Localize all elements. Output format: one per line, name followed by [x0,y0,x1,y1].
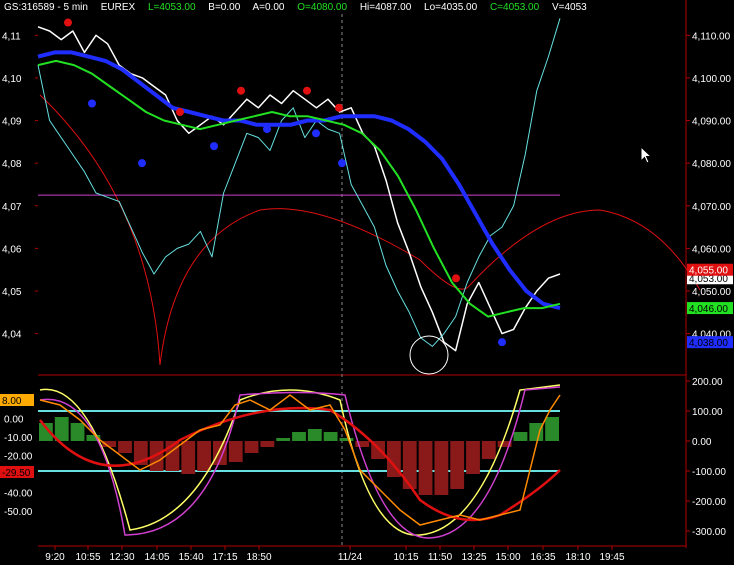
osc-histogram-bar [276,438,291,441]
osc-tick-label-right: -100.00 [692,467,726,478]
green-ma-line [37,59,561,318]
y-tick-label-left: 4,11 [2,31,21,42]
osc-histogram-bar [260,441,275,447]
x-axis: 9:20 10:55 12:30 14:05 15:40 17:15 18:50 11/24 1… [45,546,625,563]
osc-histogram-bar [339,438,354,441]
osc-histogram-bar [434,441,449,495]
swing-high-dot [237,86,245,95]
osc-histogram-bar [197,441,211,471]
price-tag-label: 4,046.00 [689,304,728,315]
x-tick-label: 15:40 [178,552,203,563]
y-tick-label-right: 4,080.00 [692,159,731,170]
y-tick-label-right: 4,060.00 [692,244,731,255]
osc-histogram-bar [244,441,259,453]
osc-magenta-line [39,386,561,539]
swing-low-dot [312,129,320,138]
y-tick-label-left: 4,06 [2,244,22,255]
osc-tick-label-left: 0.00 [4,415,24,426]
y-tick-label-right: 4,110.00 [692,31,731,42]
osc-histogram-bar [545,417,559,441]
x-tick-label: 19:45 [599,552,624,563]
highlight-circle [409,335,449,375]
osc-tag-label: 8.00 [2,396,22,407]
osc-tick-label-right: 100.00 [692,407,723,418]
x-tick-label: 16:35 [530,552,555,563]
osc-tick-label-left: -10.00 [4,433,33,444]
x-tick-label: 9:20 [45,552,65,563]
price-line [37,26,561,352]
swing-high-dot [335,103,343,112]
osc-tag-label: -29.50 [2,468,31,479]
osc-tick-label-right: -300.00 [692,527,726,538]
price-tag-label: 4,038.00 [689,338,728,349]
price-panel: 4,11 4,10 4,09 4,08 4,07 4,06 4,05 4,04 4,110.00… [2,18,733,375]
x-tick-label: 18:50 [246,552,271,563]
osc-tick-label-right: 0.00 [692,437,712,448]
y-tick-label-left: 4,08 [2,159,22,170]
red-arc-curve [39,94,701,366]
swing-low-dot [210,142,218,151]
osc-histogram-bar [228,441,243,462]
price-tag-label: 4,055.00 [689,266,728,277]
osc-histogram-bar [118,441,132,453]
swing-low-dot [88,99,96,108]
swing-low-dot [263,125,271,134]
y-tick-label-left: 4,04 [2,330,22,341]
osc-histogram-bar [292,432,306,441]
y-tick-label-right: 4,050.00 [692,287,731,298]
y-tick-label-right: 4,070.00 [692,202,731,213]
oscillator-panel: 8.000.00-10.00-20.00-30.00-40.00-50.0020… [0,377,726,539]
x-tick-label: 13:25 [461,552,486,563]
osc-histogram-bar [513,432,528,441]
price-chart[interactable]: 4,11 4,10 4,09 4,08 4,07 4,06 4,05 4,04 4,110.00… [0,0,734,565]
osc-histogram-bar [418,441,433,495]
y-tick-label-left: 4,10 [2,74,22,85]
x-tick-label: 11:50 [428,552,453,563]
y-tick-label-left: 4,07 [2,202,22,213]
osc-histogram-bar [54,417,69,441]
swing-low-dot [498,338,506,347]
osc-tick-label-left: -50.00 [4,507,33,518]
y-tick-label-left: 4,05 [2,287,22,298]
x-tick-label: 14:05 [144,552,169,563]
x-tick-label: 17:15 [212,552,237,563]
x-tick-label: 15:00 [495,552,520,563]
y-tick-label-left: 4,09 [2,117,22,128]
osc-histogram-bar [450,441,465,489]
swing-high-dot [176,108,184,117]
swing-high-dot [303,86,311,95]
swing-low-dot [338,159,346,168]
x-tick-label: 12:30 [109,552,134,563]
osc-histogram-bar [323,432,338,441]
osc-histogram-bar [466,441,480,474]
swing-high-dot [452,274,460,283]
osc-histogram-bar [529,423,544,441]
swing-high-dot [64,18,72,27]
osc-histogram-bar [307,429,322,441]
osc-tick-label-left: -20.00 [4,452,33,463]
osc-tick-label-left: -40.00 [4,489,33,500]
x-tick-label: 10:55 [75,552,100,563]
y-tick-label-right: 4,090.00 [692,117,731,128]
osc-histogram-bar [481,441,496,459]
osc-histogram-bar [70,423,85,441]
osc-tick-label-right: 200.00 [692,377,723,388]
osc-histogram-bar [402,441,417,489]
osc-histogram-bar [181,441,196,474]
x-tick-label: 18:10 [565,552,590,563]
y-tick-label-right: 4,100.00 [692,74,731,85]
x-tick-label: 10:15 [393,552,418,563]
x-tick-label: 11/24 [338,552,363,563]
swing-low-dot [138,159,146,168]
osc-orange-line [39,394,561,526]
osc-tick-label-right: -200.00 [692,497,726,508]
